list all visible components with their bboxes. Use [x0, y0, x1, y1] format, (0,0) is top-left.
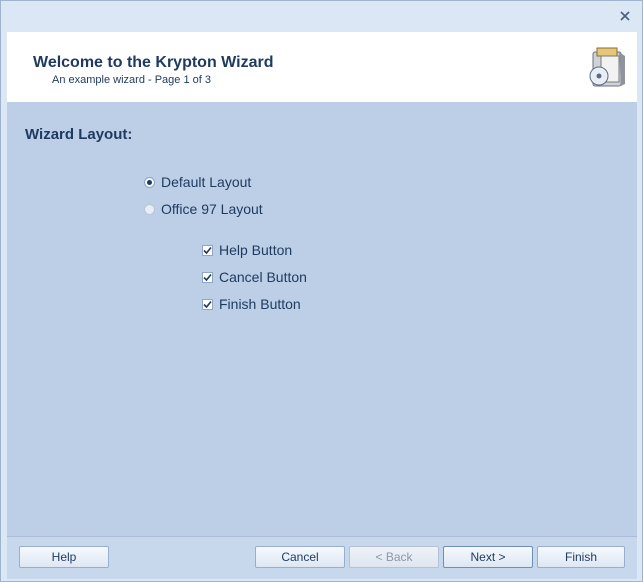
page-subtitle: An example wizard - Page 1 of 3 [52, 74, 211, 86]
close-button[interactable] [618, 9, 632, 23]
radio-label-default: Default Layout [161, 174, 252, 190]
radio-label-office97: Office 97 Layout [161, 201, 263, 217]
checkmark-icon [203, 246, 212, 254]
next-button[interactable]: Next > [443, 546, 533, 568]
radio-office97-layout[interactable]: Office 97 Layout [144, 201, 263, 217]
checkbox-indicator-help[interactable] [202, 244, 213, 256]
wizard-content: Wizard Layout: Default Layout Office 97 … [7, 102, 637, 536]
checkbox-finish-button[interactable]: Finish Button [202, 296, 301, 312]
group-title: Wizard Layout: [25, 126, 133, 143]
radio-indicator-office97[interactable] [144, 203, 155, 215]
checkbox-cancel-button[interactable]: Cancel Button [202, 269, 307, 285]
checkbox-indicator-finish[interactable] [202, 298, 213, 310]
wizard-window: Welcome to the Krypton Wizard An example… [0, 0, 643, 582]
checkbox-indicator-cancel[interactable] [202, 271, 213, 283]
wizard-box-icon [589, 47, 625, 87]
finish-button[interactable]: Finish [537, 546, 625, 568]
close-icon [620, 11, 630, 21]
radio-indicator-default[interactable] [144, 176, 155, 188]
help-button[interactable]: Help [19, 546, 109, 568]
checkbox-label-cancel: Cancel Button [219, 269, 307, 285]
checkbox-help-button[interactable]: Help Button [202, 242, 292, 258]
page-title: Welcome to the Krypton Wizard [33, 54, 274, 71]
checkmark-icon [203, 300, 212, 308]
wizard-header: Welcome to the Krypton Wizard An example… [7, 32, 637, 103]
cancel-button[interactable]: Cancel [255, 546, 345, 568]
checkbox-label-finish: Finish Button [219, 296, 301, 312]
back-button[interactable]: < Back [349, 546, 439, 568]
checkmark-icon [203, 273, 212, 281]
checkbox-label-help: Help Button [219, 242, 293, 258]
radio-default-layout[interactable]: Default Layout [144, 174, 251, 190]
wizard-footer: Help Cancel < Back Next > Finish [7, 536, 637, 579]
